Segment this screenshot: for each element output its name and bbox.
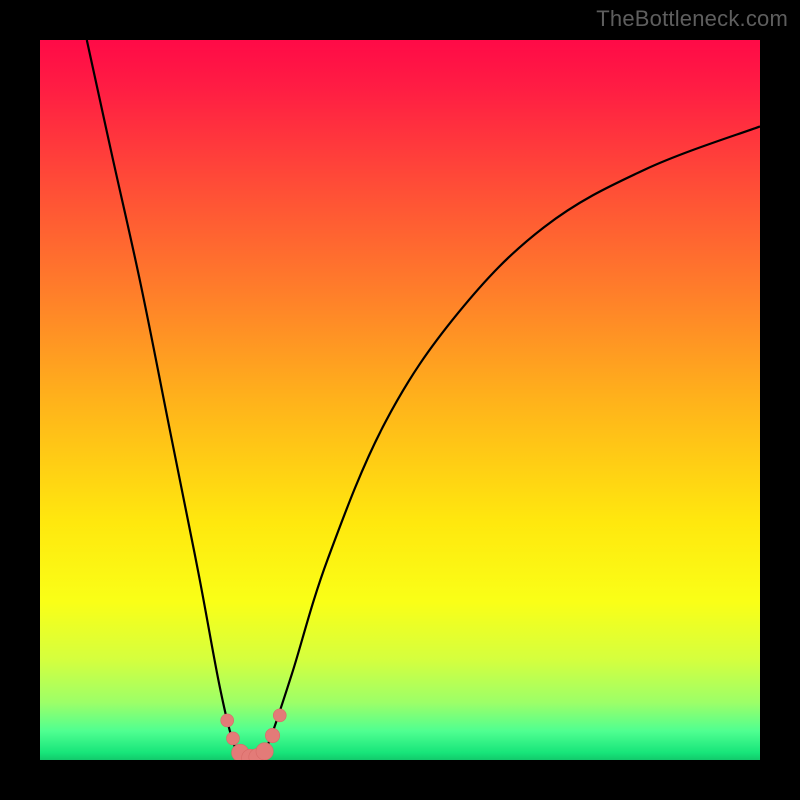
curve-right-branch [260, 126, 760, 760]
bottom-marker-cluster [221, 709, 287, 760]
curve-left-branch [87, 40, 245, 760]
marker-dot [221, 714, 234, 727]
marker-dot [256, 743, 273, 760]
marker-dot [265, 728, 279, 742]
watermark-text: TheBottleneck.com [596, 6, 788, 32]
plot-area [40, 40, 760, 760]
marker-dot [273, 709, 286, 722]
marker-dot [226, 732, 239, 745]
curve-layer [40, 40, 760, 760]
chart-frame: TheBottleneck.com [0, 0, 800, 800]
